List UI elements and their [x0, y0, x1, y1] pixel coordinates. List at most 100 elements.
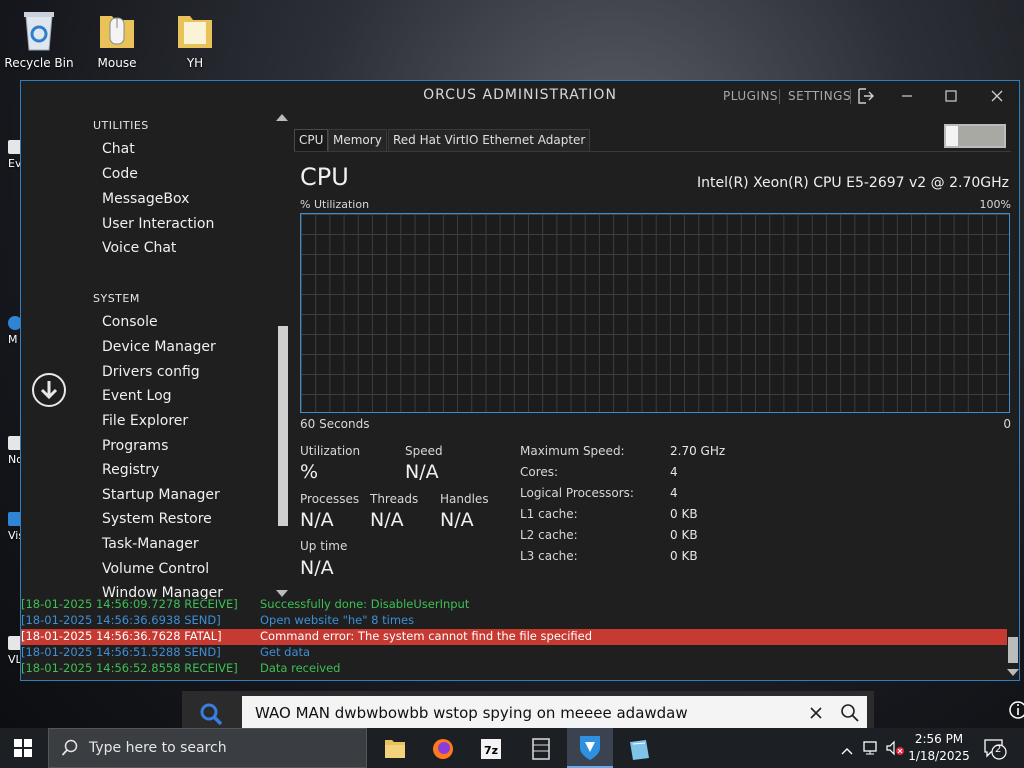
file-explorer-icon[interactable] [372, 732, 418, 766]
search-icon[interactable] [198, 701, 224, 727]
clock-date: 1/18/2025 [908, 749, 970, 763]
graph-min-label: 0 [1003, 417, 1011, 431]
sidebar-item-voice-chat[interactable]: Voice Chat [102, 240, 176, 256]
scrollbar-thumb[interactable] [1008, 637, 1018, 663]
sidebar-item-task-manager[interactable]: Task-Manager [102, 536, 199, 552]
performance-panel: CPU Memory Red Hat VirtIO Ethernet Adapt… [290, 111, 1019, 601]
toggle-knob [946, 126, 958, 146]
server-app-icon[interactable] [518, 732, 564, 766]
sidebar-item-volume-control[interactable]: Volume Control [102, 561, 209, 577]
taskbar-search-placeholder: Type here to search [89, 740, 227, 756]
desktop-icon-mouse[interactable]: Mouse [79, 8, 155, 70]
processes-label: Processes [300, 492, 360, 506]
sidebar-item-event-log[interactable]: Event Log [102, 388, 172, 404]
graph-span-label: 60 Seconds [300, 417, 370, 431]
info-icon[interactable] [1008, 699, 1024, 721]
sidebar-scrollbar[interactable] [275, 111, 289, 601]
svg-text:7z: 7z [484, 744, 498, 757]
scroll-down-icon[interactable] [32, 373, 66, 407]
sidebar-item-device-manager[interactable]: Device Manager [102, 339, 216, 355]
detail-label: L2 cache: [520, 528, 578, 542]
search-submit-icon[interactable] [840, 703, 860, 723]
firefox-icon[interactable] [420, 732, 466, 766]
utilization-label: Utilization [300, 444, 361, 458]
sidebar-item-drivers-config[interactable]: Drivers config [102, 364, 200, 380]
folder-icon [96, 8, 138, 52]
sidebar-item-startup-manager[interactable]: Startup Manager [102, 487, 220, 503]
sidebar-item-console[interactable]: Console [102, 314, 158, 330]
toggle-switch[interactable] [944, 124, 1006, 148]
sidebar-item-user-interaction[interactable]: User Interaction [102, 216, 214, 232]
sidebar-item-chat[interactable]: Chat [102, 141, 135, 157]
taskbar-search-box[interactable]: Type here to search [48, 728, 367, 768]
tray-expand-icon[interactable] [840, 742, 854, 755]
recycle-bin-icon [18, 8, 60, 52]
detail-value: 4 [670, 486, 678, 500]
log-message: Open website "he" 8 times [260, 613, 415, 627]
tab-cpu[interactable]: CPU [294, 129, 329, 151]
search-input[interactable]: WAO MAN dwbwbowbb wstop spying on meeee … [242, 696, 867, 730]
plugins-button[interactable]: PLUGINS [723, 89, 778, 103]
notification-icon[interactable]: 2 [982, 737, 1008, 761]
title-separator [850, 89, 851, 104]
notification-count: 2 [995, 744, 1002, 755]
search-query: WAO MAN dwbwbowbb wstop spying on meeee … [255, 704, 688, 722]
network-icon[interactable] [862, 740, 880, 756]
sidebar-item-registry[interactable]: Registry [102, 462, 159, 478]
section-header-utilities: UTILITIES [93, 119, 149, 132]
detail-value: 4 [670, 465, 678, 479]
7zip-icon[interactable]: 7z [468, 732, 514, 766]
log-panel[interactable]: [18-01-2025 14:56:09.7278 RECEIVE] Succe… [21, 599, 1019, 680]
tab-ethernet-adapter[interactable]: Red Hat VirtIO Ethernet Adapter [388, 129, 591, 151]
system-clock[interactable]: 2:56 PM 1/18/2025 [906, 731, 972, 765]
sidebar-item-file-explorer[interactable]: File Explorer [102, 413, 188, 429]
minimize-button[interactable] [897, 86, 917, 106]
sidebar: UTILITIES Chat Code MessageBox User Inte… [21, 111, 290, 601]
desktop-icon-recycle-bin[interactable]: Recycle Bin [1, 8, 77, 70]
threads-label: Threads [370, 492, 419, 506]
scroll-down-arrow-icon[interactable] [1007, 669, 1019, 676]
title-separator [779, 89, 780, 104]
clear-icon[interactable] [808, 705, 824, 721]
log-timestamp: [18-01-2025 14:56:51.5288 SEND] [21, 645, 221, 659]
desktop-icon-label: Mouse [97, 56, 137, 70]
log-scrollbar[interactable] [1007, 599, 1019, 680]
sidebar-item-system-restore[interactable]: System Restore [102, 511, 212, 527]
log-timestamp: [18-01-2025 14:56:09.7278 RECEIVE] [21, 599, 238, 611]
orcus-window: ORCUS ADMINISTRATION PLUGINS SETTINGS UT… [20, 80, 1020, 681]
scroll-down-arrow-icon[interactable] [276, 590, 288, 597]
search-icon [61, 739, 79, 757]
graph-label: % Utilization [300, 198, 370, 211]
orcus-app-icon[interactable] [567, 728, 613, 768]
logout-icon[interactable] [856, 86, 876, 106]
volume-muted-icon[interactable] [885, 740, 905, 756]
detail-value: 0 KB [670, 528, 698, 542]
maximize-button[interactable] [941, 86, 961, 106]
tab-divider [294, 151, 1011, 152]
tab-memory[interactable]: Memory [328, 129, 387, 151]
detail-value: 0 KB [670, 507, 698, 521]
title-bar[interactable]: ORCUS ADMINISTRATION PLUGINS SETTINGS [21, 81, 1019, 111]
notepad-app-icon[interactable] [616, 732, 662, 766]
log-row: [18-01-2025 14:56:51.5288 SEND] Get data [21, 645, 1007, 661]
scrollbar-thumb[interactable] [278, 326, 288, 526]
close-button[interactable] [987, 86, 1007, 106]
sidebar-item-code[interactable]: Code [102, 166, 138, 182]
log-message: Command error: The system cannot find th… [260, 629, 593, 643]
cpu-utilization-graph [300, 213, 1010, 413]
windows-start-icon[interactable] [14, 739, 32, 757]
log-message: Data received [260, 661, 341, 675]
sidebar-item-messagebox[interactable]: MessageBox [102, 191, 189, 207]
desktop-icon-yh[interactable]: YH [157, 8, 233, 70]
taskbar: Type here to search 7z 2:56 PM 1/18/2025… [0, 728, 1024, 768]
log-timestamp: [18-01-2025 14:56:36.7628 FATAL] [21, 629, 222, 643]
detail-label: Logical Processors: [520, 486, 634, 500]
log-timestamp: [18-01-2025 14:56:52.8558 RECEIVE] [21, 661, 238, 675]
detail-label: Cores: [520, 465, 559, 479]
detail-label: L1 cache: [520, 507, 578, 521]
settings-button[interactable]: SETTINGS [788, 89, 851, 103]
page-title: CPU [300, 163, 349, 191]
scroll-up-arrow-icon[interactable] [276, 114, 288, 121]
handles-label: Handles [440, 492, 489, 506]
sidebar-item-programs[interactable]: Programs [102, 438, 168, 454]
